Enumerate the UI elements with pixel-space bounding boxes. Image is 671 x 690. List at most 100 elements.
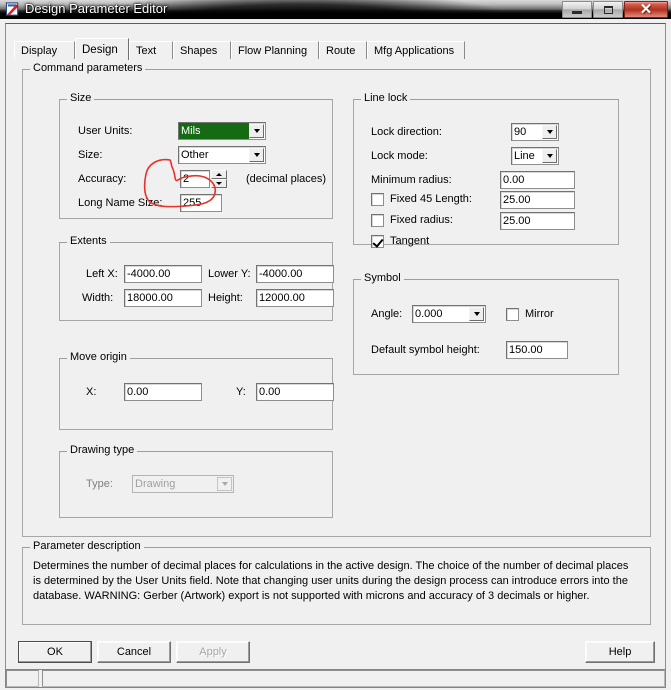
status-pane-1 xyxy=(6,670,39,687)
user-units-combobox[interactable]: Mils xyxy=(178,122,266,140)
command-parameters-legend: Command parameters xyxy=(30,63,146,74)
mirror-label: Mirror xyxy=(525,308,554,320)
chevron-down-icon[interactable] xyxy=(542,149,557,163)
long-name-size-input[interactable]: 255 xyxy=(180,194,222,212)
checkbox-box-checked xyxy=(371,235,384,248)
extents-legend: Extents xyxy=(67,236,110,247)
tab-strip: Display Design Text Shapes Flow Planning… xyxy=(14,38,659,60)
angle-value: 0.000 xyxy=(415,308,443,320)
fixed-radius-input[interactable]: 25.00 xyxy=(500,212,575,230)
checkbox-box xyxy=(371,214,384,227)
fixed-radius-label: Fixed radius: xyxy=(390,214,453,226)
chevron-down-icon[interactable] xyxy=(542,125,557,139)
tab-flow-planning[interactable]: Flow Planning xyxy=(231,41,319,59)
size-value: Other xyxy=(181,149,209,161)
tab-shapes[interactable]: Shapes xyxy=(173,41,231,59)
cancel-button[interactable]: Cancel xyxy=(97,641,171,663)
move-origin-legend: Move origin xyxy=(67,352,130,363)
user-units-value: Mils xyxy=(179,123,249,139)
drawing-type-label: Type: xyxy=(86,478,113,490)
command-parameters-group: Command parameters Size User Units: Mils… xyxy=(22,63,651,537)
symbol-group: Symbol Angle: 0.000 Mirror Default symbo… xyxy=(353,273,619,375)
lock-mode-combobox[interactable]: Line xyxy=(511,147,559,165)
apply-button: Apply xyxy=(176,641,250,663)
parameter-description-legend: Parameter description xyxy=(30,541,144,552)
maximize-icon xyxy=(603,5,613,14)
window-controls: ✕ xyxy=(561,1,668,19)
checkbox-box xyxy=(506,308,519,321)
drawing-type-group: Drawing type Type: Drawing xyxy=(59,445,333,518)
window-title: Design Parameter Editor xyxy=(25,1,168,16)
dialog-client-area: Display Design Text Shapes Flow Planning… xyxy=(5,23,666,685)
move-origin-x-input[interactable]: 0.00 xyxy=(124,383,202,401)
chevron-down-icon[interactable] xyxy=(249,124,264,138)
maximize-button[interactable] xyxy=(593,1,623,18)
chevron-down-icon xyxy=(217,477,232,491)
fixed-radius-checkbox[interactable]: Fixed radius: xyxy=(371,214,453,227)
long-name-size-label: Long Name Size: xyxy=(78,197,163,209)
close-button[interactable]: ✕ xyxy=(624,1,668,18)
extents-group: Extents Left X: -4000.00 Lower Y: -4000.… xyxy=(59,236,334,321)
tangent-label: Tangent xyxy=(390,235,430,247)
angle-label: Angle: xyxy=(371,308,403,320)
lock-mode-value: Line xyxy=(514,150,535,162)
checkbox-box xyxy=(371,193,384,206)
tab-route[interactable]: Route xyxy=(319,41,367,59)
accuracy-spinner-buttons xyxy=(211,170,227,188)
default-symbol-height-input[interactable]: 150.00 xyxy=(506,341,568,359)
symbol-legend: Symbol xyxy=(361,273,404,284)
tab-display[interactable]: Display xyxy=(14,41,75,59)
status-pane-2 xyxy=(42,670,665,687)
drawing-type-legend: Drawing type xyxy=(67,445,138,456)
tab-mfg-applications[interactable]: Mfg Applications xyxy=(367,41,465,59)
parameter-description-group: Parameter description Determines the num… xyxy=(22,541,651,625)
fixed-45-length-checkbox[interactable]: Fixed 45 Length: xyxy=(371,193,472,206)
angle-combobox[interactable]: 0.000 xyxy=(412,305,486,323)
tab-text[interactable]: Text xyxy=(129,41,173,59)
height-input[interactable]: 12000.00 xyxy=(256,289,334,307)
tangent-checkbox[interactable]: Tangent xyxy=(371,235,429,248)
status-bar xyxy=(5,669,666,688)
default-symbol-height-label: Default symbol height: xyxy=(371,344,480,356)
spinner-down-icon[interactable] xyxy=(211,179,227,188)
ok-button[interactable]: OK xyxy=(18,641,92,663)
title-bar[interactable]: Design Parameter Editor ✕ xyxy=(0,0,671,19)
fixed-45-length-label: Fixed 45 Length: xyxy=(390,193,472,205)
accuracy-stepper[interactable]: 2 xyxy=(180,170,229,188)
accuracy-label: Accuracy: xyxy=(78,173,127,185)
move-origin-y-label: Y: xyxy=(236,386,246,398)
move-origin-y-input[interactable]: 0.00 xyxy=(256,383,334,401)
spinner-up-icon[interactable] xyxy=(211,170,227,179)
accuracy-value[interactable]: 2 xyxy=(180,170,210,188)
close-icon: ✕ xyxy=(639,1,653,18)
lock-direction-value: 90 xyxy=(514,126,527,138)
height-label: Height: xyxy=(208,292,243,304)
left-x-label: Left X: xyxy=(86,268,118,280)
minimize-icon xyxy=(572,11,582,14)
parameter-description-text: Determines the number of decimal places … xyxy=(33,560,629,602)
width-label: Width: xyxy=(82,292,114,304)
minimum-radius-label: Minimum radius: xyxy=(371,174,452,186)
size-combobox[interactable]: Other xyxy=(178,146,266,164)
move-origin-group: Move origin X: 0.00 Y: 0.00 xyxy=(59,352,334,430)
drawing-type-value: Drawing xyxy=(135,478,176,490)
help-button[interactable]: Help xyxy=(585,641,655,663)
minimum-radius-input[interactable]: 0.00 xyxy=(500,171,575,189)
lock-direction-combobox[interactable]: 90 xyxy=(511,123,559,141)
user-units-label: User Units: xyxy=(78,125,133,137)
fixed-45-length-input[interactable]: 25.00 xyxy=(500,191,575,209)
mirror-checkbox[interactable]: Mirror xyxy=(506,308,554,321)
minimize-button[interactable] xyxy=(562,1,592,18)
chevron-down-icon[interactable] xyxy=(469,307,484,321)
accuracy-suffix-label: (decimal places) xyxy=(246,173,327,185)
lower-y-label: Lower Y: xyxy=(208,268,251,280)
line-lock-group: Line lock Lock direction: 90 Lock mode: … xyxy=(353,93,619,248)
move-origin-x-label: X: xyxy=(86,386,97,398)
tab-design[interactable]: Design xyxy=(75,38,129,60)
width-input[interactable]: 18000.00 xyxy=(124,289,202,307)
lower-y-input[interactable]: -4000.00 xyxy=(256,265,334,283)
chevron-down-icon[interactable] xyxy=(249,148,264,162)
design-editor-icon xyxy=(5,2,19,17)
size-label: Size: xyxy=(78,149,103,161)
left-x-input[interactable]: -4000.00 xyxy=(124,265,202,283)
